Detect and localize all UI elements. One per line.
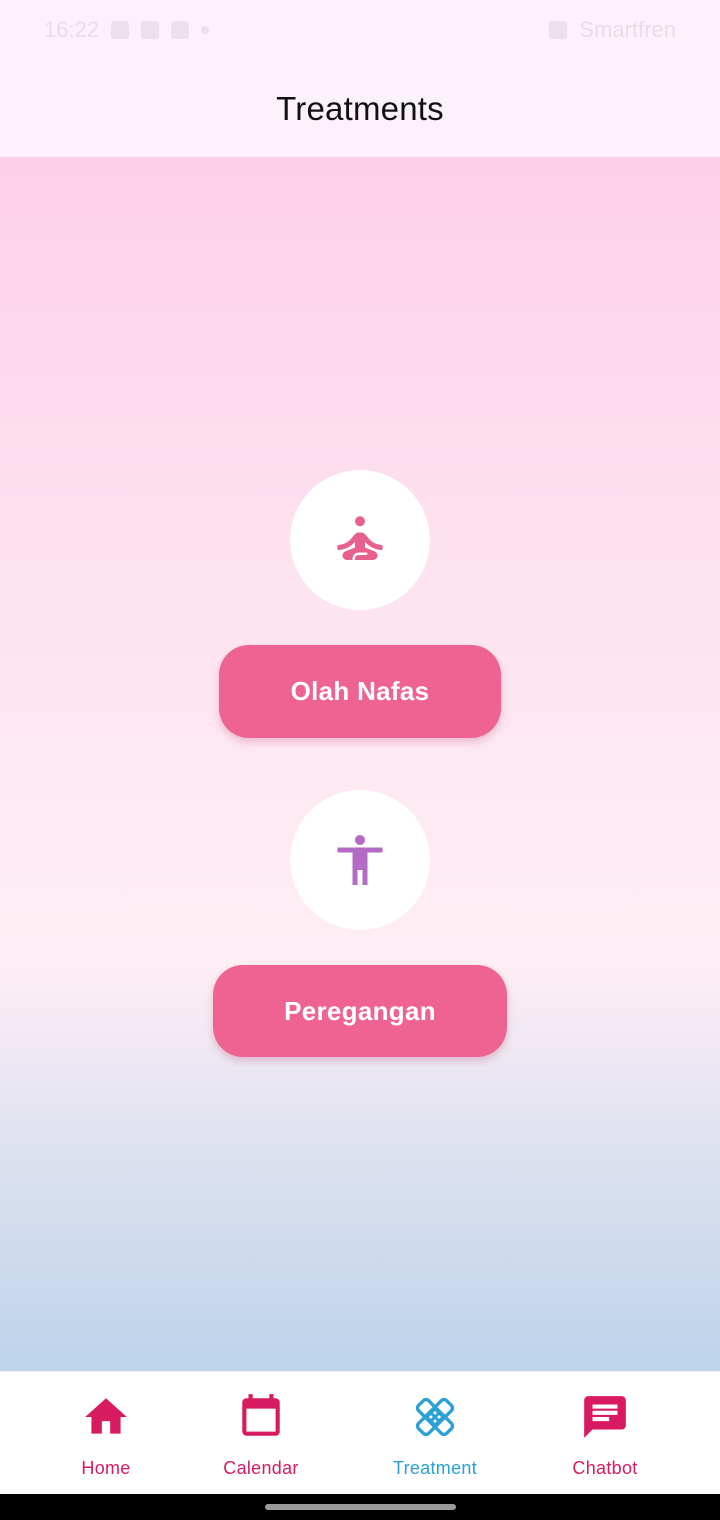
stretching-icon-circle xyxy=(290,790,430,930)
status-carrier: Smartfren xyxy=(579,17,676,42)
notification-icon xyxy=(111,21,130,39)
nav-treatment-label: Treatment xyxy=(392,1458,478,1478)
meditation-icon-circle xyxy=(290,470,430,610)
app-bar: Treatments xyxy=(0,60,720,157)
nav-chatbot[interactable]: Chatbot xyxy=(555,1372,655,1495)
alarm-icon xyxy=(549,21,568,39)
home-icon xyxy=(85,1398,127,1434)
bottom-navigation: Home Calendar Treatment Chatbot xyxy=(0,1371,720,1494)
calendar-icon xyxy=(242,1394,280,1436)
folder-icon xyxy=(171,21,190,39)
nav-calendar[interactable]: Calendar xyxy=(206,1372,316,1495)
bandage-icon xyxy=(415,1397,455,1437)
status-bar: 16:22 Smartfren xyxy=(0,0,720,60)
dot-icon xyxy=(201,26,210,34)
nav-home[interactable]: Home xyxy=(56,1372,156,1495)
nav-treatment[interactable]: Treatment xyxy=(380,1372,490,1495)
page-title: Treatments xyxy=(276,89,444,127)
treatments-content: Olah Nafas Peregangan xyxy=(0,157,720,1371)
status-time: 16:22 xyxy=(44,17,100,42)
chat-icon xyxy=(584,1396,626,1438)
nav-calendar-label: Calendar xyxy=(223,1458,299,1478)
system-gesture-area xyxy=(0,1494,720,1520)
nav-home-label: Home xyxy=(81,1458,131,1478)
accessibility-person-icon xyxy=(337,835,383,885)
nav-chatbot-label: Chatbot xyxy=(572,1458,638,1478)
status-left: 16:22 xyxy=(44,17,210,43)
status-right: Smartfren xyxy=(549,17,676,43)
meditation-icon xyxy=(337,516,383,560)
olah-nafas-button[interactable]: Olah Nafas xyxy=(219,645,501,738)
sync-icon xyxy=(141,21,160,39)
peregangan-button[interactable]: Peregangan xyxy=(213,965,507,1057)
home-gesture-handle[interactable] xyxy=(265,1504,456,1510)
